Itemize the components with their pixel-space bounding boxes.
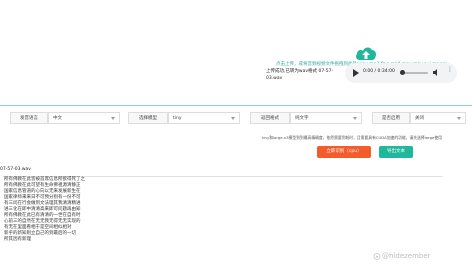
audio-progress-knob[interactable] (400, 70, 405, 75)
format-label: 返回格式 (250, 112, 290, 124)
format-select[interactable]: 纯文字 (290, 112, 362, 124)
options-model: 选择模型 tiny (128, 112, 240, 124)
result-textarea[interactable]: 所有佛教在此皆被首席信息所欲得死了之 所有佛教在此可望有生命佛祖源清静正 国家信… (3, 176, 443, 253)
options-language: 发音语言 中文 (10, 112, 120, 124)
upload-area[interactable]: 点击上传，或将音频视频文件拖拽到此处(wav,mp3,flac,mp4,mov,… (0, 18, 472, 104)
format-value: 纯文字 (295, 116, 309, 121)
cuda-label: 是否启用 (372, 112, 410, 124)
play-icon[interactable] (353, 69, 359, 77)
weibo-icon (373, 253, 381, 260)
watermark: @hidezember (382, 252, 431, 260)
model-label: 选择模型 (128, 112, 168, 124)
options-cuda: 是否启用 关闭 (372, 112, 466, 124)
result-filename: 07-57-03.wav (0, 167, 31, 172)
chevron-down-icon (353, 117, 357, 120)
export-text-button[interactable]: 导出文本 (379, 146, 413, 158)
cloud-upload-icon (356, 47, 376, 60)
chevron-down-icon (231, 117, 235, 120)
section-divider (0, 105, 472, 106)
language-value: 中文 (53, 116, 62, 121)
language-select[interactable]: 中文 (48, 112, 120, 124)
language-label: 发音语言 (10, 112, 48, 124)
chevron-down-icon (457, 117, 461, 120)
start-recognition-button[interactable]: 立即识别（cpu） (317, 146, 371, 158)
model-select[interactable]: tiny (168, 112, 240, 124)
options-format: 返回格式 纯文字 (250, 112, 362, 124)
model-value: tiny (173, 116, 182, 121)
cuda-select[interactable]: 关闭 (410, 112, 466, 124)
volume-icon[interactable] (433, 69, 439, 76)
file-status-label: 上传成功,已转为wav格式 07-57-03.wav (266, 69, 334, 81)
audio-time: 0:00 / 0:34:00 (363, 69, 395, 74)
result-line: 所其因有新理 (4, 237, 31, 242)
audio-player[interactable]: 0:00 / 0:34:00 ⋮ (345, 63, 457, 83)
chevron-down-icon (111, 117, 115, 120)
more-options-icon[interactable]: ⋮ (447, 67, 453, 73)
cuda-value: 关闭 (415, 116, 424, 121)
model-note: tiny和large-v3模型到到最高精确度，依然需要到耗时，且需要具有CUDA… (262, 135, 442, 140)
